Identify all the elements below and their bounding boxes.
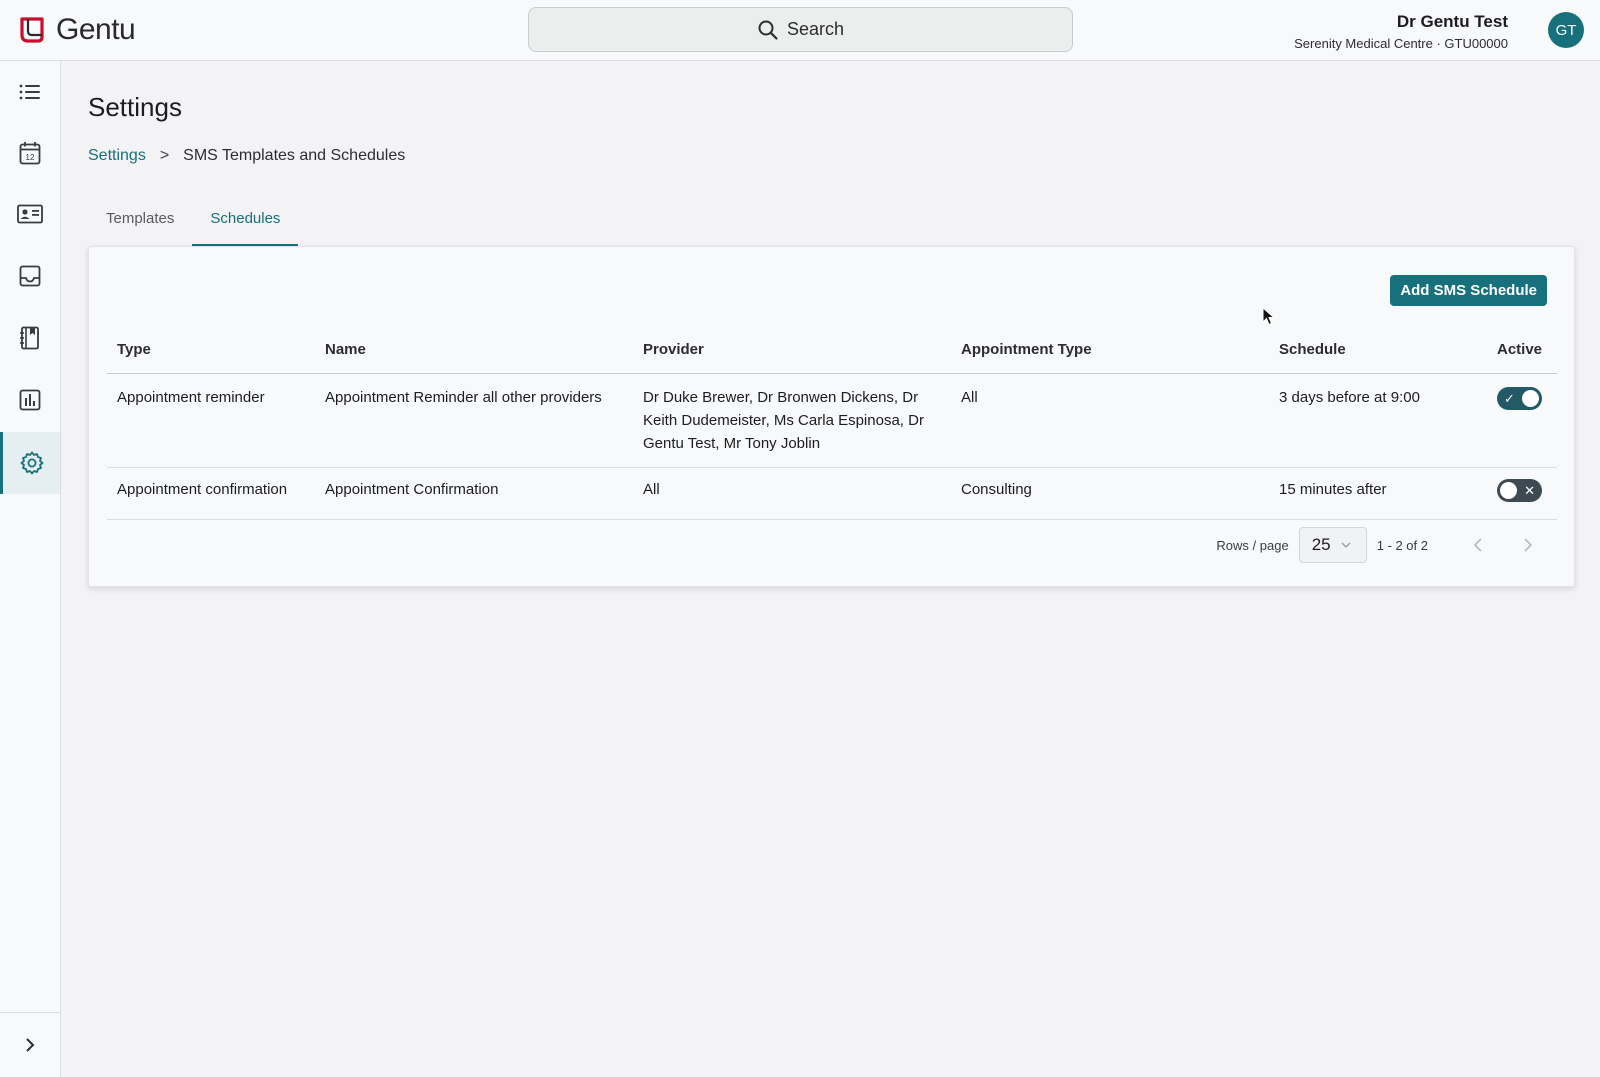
gentu-logo-icon (20, 17, 44, 43)
check-icon: ✓ (1504, 390, 1515, 406)
column-header-type[interactable]: Type (107, 327, 315, 374)
previous-page-button[interactable] (1460, 527, 1496, 563)
column-header-provider[interactable]: Provider (633, 327, 951, 374)
sidebar-item-notebook[interactable] (0, 307, 60, 369)
mouse-cursor-icon (1262, 307, 1276, 326)
schedules-card: Add SMS Schedule Type Name Provider Appo… (88, 246, 1575, 587)
cell-active: ✕ (1487, 467, 1557, 520)
breadcrumb-current: SMS Templates and Schedules (183, 147, 406, 164)
sidebar-item-calendar[interactable]: 12 (0, 122, 60, 184)
chevron-down-icon (1341, 542, 1351, 548)
cell-provider: Dr Duke Brewer, Dr Bronwen Dickens, Dr K… (633, 373, 951, 468)
search-bar[interactable]: Search (528, 7, 1073, 52)
tab-schedules[interactable]: Schedules (192, 200, 299, 246)
tab-templates[interactable]: Templates (88, 200, 192, 246)
user-organisation: Serenity Medical Centre · GTU00000 (1294, 36, 1508, 51)
breadcrumb: Settings > SMS Templates and Schedules (88, 147, 405, 165)
cell-appointment-type: Consulting (951, 467, 1269, 520)
avatar[interactable]: GT (1548, 12, 1584, 48)
notebook-icon (20, 326, 39, 350)
table-row[interactable]: Appointment reminder Appointment Reminde… (107, 373, 1557, 468)
column-header-active: Active (1487, 327, 1557, 374)
active-toggle[interactable]: ✕ (1497, 478, 1542, 502)
chevron-right-icon (1524, 538, 1533, 552)
chevron-right-icon (26, 1038, 35, 1052)
active-toggle[interactable]: ✓ (1497, 386, 1542, 410)
app-logo[interactable]: Gentu (20, 13, 136, 46)
page-title: Settings (88, 92, 182, 122)
next-page-button[interactable] (1510, 527, 1546, 563)
search-icon (758, 20, 778, 40)
user-name: Dr Gentu Test (1396, 12, 1508, 31)
table-header-row: Type Name Provider Appointment Type Sche… (107, 327, 1557, 374)
column-header-schedule[interactable]: Schedule (1269, 327, 1487, 374)
sidebar-item-settings[interactable] (0, 432, 60, 494)
sidebar-expand-button[interactable] (0, 1012, 60, 1077)
cell-type: Appointment reminder (107, 373, 315, 468)
cell-schedule: 15 minutes after (1269, 467, 1487, 520)
sidebar-item-reports[interactable] (0, 369, 60, 431)
cell-type: Appointment confirmation (107, 467, 315, 520)
bar-chart-icon (19, 389, 41, 411)
close-icon: ✕ (1524, 482, 1535, 498)
cell-name: Appointment Confirmation (315, 467, 633, 520)
sidebar-item-contacts[interactable] (0, 183, 60, 245)
rows-per-page-label: Rows / page (1216, 537, 1289, 553)
gear-icon (20, 451, 43, 475)
breadcrumb-settings-link[interactable]: Settings (88, 147, 146, 165)
inbox-icon (19, 265, 41, 287)
pagination: Rows / page 25 1 - 2 of 2 (1216, 527, 1546, 563)
sidebar: 12 (0, 61, 61, 1077)
calendar-icon: 12 (19, 142, 41, 165)
toggle-knob (1522, 389, 1539, 407)
sidebar-item-inbox[interactable] (0, 245, 60, 307)
toggle-knob (1500, 481, 1517, 499)
tab-bar: Templates Schedules (88, 200, 299, 246)
cell-active: ✓ (1487, 373, 1557, 468)
rows-per-page-value: 25 (1311, 535, 1331, 554)
rows-per-page-select[interactable]: 25 (1298, 527, 1367, 563)
column-header-name[interactable]: Name (315, 327, 633, 374)
user-info: Dr Gentu Test Serenity Medical Centre · … (1294, 12, 1508, 52)
cell-schedule: 3 days before at 9:00 (1269, 373, 1487, 468)
cell-appointment-type: All (951, 373, 1269, 468)
search-label: Search (786, 19, 845, 39)
column-header-appointment-type[interactable]: Appointment Type (951, 327, 1269, 374)
table-row[interactable]: Appointment confirmation Appointment Con… (107, 467, 1557, 520)
schedules-table: Type Name Provider Appointment Type Sche… (107, 327, 1557, 520)
cell-provider: All (633, 467, 951, 520)
add-sms-schedule-button[interactable]: Add SMS Schedule (1390, 275, 1547, 306)
pagination-range: 1 - 2 of 2 (1376, 537, 1428, 553)
contact-card-icon (17, 204, 43, 224)
sidebar-item-list[interactable] (0, 61, 60, 123)
top-header: Gentu Search Dr Gentu Test Serenity Medi… (0, 0, 1600, 61)
svg-text:12: 12 (26, 153, 35, 162)
app-name: Gentu (56, 13, 136, 46)
breadcrumb-separator: > (159, 147, 170, 164)
cell-name: Appointment Reminder all other providers (315, 373, 633, 468)
list-icon (19, 84, 40, 100)
chevron-left-icon (1473, 538, 1482, 552)
